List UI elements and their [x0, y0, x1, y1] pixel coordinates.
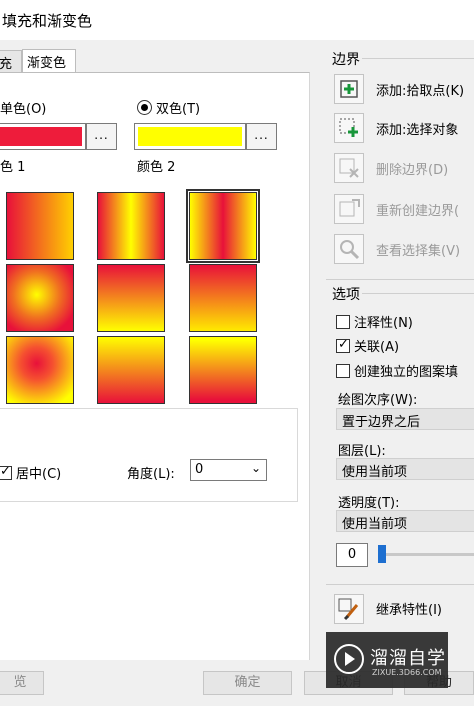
- layer-select[interactable]: 使用当前项: [336, 458, 474, 480]
- inherit-brush-icon: [338, 598, 359, 621]
- angle-select[interactable]: 0 ⌄: [190, 459, 267, 481]
- ok-button[interactable]: 确定: [203, 671, 292, 695]
- transparency-select[interactable]: 使用当前项: [336, 510, 474, 532]
- chevron-down-icon: ⌄: [250, 461, 261, 475]
- layer-value: 使用当前项: [342, 465, 408, 480]
- tab-gradient[interactable]: 渐变色: [22, 49, 76, 73]
- color1-swatch: [0, 127, 82, 146]
- add-pick-points-icon: [340, 80, 358, 98]
- orientation-group: [0, 408, 298, 502]
- color2-swatch: [138, 127, 242, 146]
- watermark-text: 溜溜自学: [370, 648, 446, 669]
- options-top-divider: [326, 279, 474, 280]
- centered-label: 居中(C): [16, 467, 62, 482]
- boundaries-group-label: 边界: [332, 52, 360, 68]
- inherit-properties-button[interactable]: [334, 594, 364, 624]
- transparency-slider-track[interactable]: [380, 553, 474, 556]
- separate-hatches-checkbox[interactable]: [336, 364, 350, 378]
- title-bar: 填充和渐变色: [0, 0, 474, 40]
- transparency-amount-field[interactable]: 0: [336, 543, 368, 567]
- watermark: 溜溜自学 ZIXUE.3D66.COM: [326, 632, 448, 688]
- color1-label: 色 1: [0, 160, 26, 175]
- play-logo-icon: [334, 644, 364, 674]
- view-selections-button: [334, 234, 364, 264]
- layer-label: 图层(L):: [338, 444, 386, 459]
- two-color-option[interactable]: 双色(T): [137, 98, 200, 117]
- inherit-divider: [326, 584, 474, 585]
- add-pick-points-button[interactable]: [334, 74, 364, 104]
- magnifier-icon: [340, 240, 360, 260]
- gradient-pattern-7[interactable]: [6, 336, 74, 404]
- gradient-pattern-3[interactable]: [186, 189, 260, 263]
- add-select-objects-label: 添加:选择对象: [376, 123, 459, 138]
- add-pick-points-label: 添加:拾取点(K): [376, 84, 465, 99]
- inherit-properties-label: 继承特性(I): [376, 603, 442, 618]
- centered-option[interactable]: 居中(C): [0, 463, 61, 482]
- tab-hatch[interactable]: 充: [0, 50, 22, 72]
- recreate-boundary-icon: [339, 199, 360, 217]
- transparency-value: 使用当前项: [342, 517, 408, 532]
- recreate-boundary-label: 重新创建边界(: [376, 204, 460, 219]
- draw-order-value: 置于边界之后: [342, 415, 421, 430]
- window-title: 填充和渐变色: [2, 12, 93, 30]
- gradient-pattern-4[interactable]: [6, 264, 74, 332]
- associative-option[interactable]: 关联(A): [336, 336, 399, 355]
- preview-button[interactable]: 览: [0, 671, 44, 695]
- draw-order-label: 绘图次序(W):: [338, 393, 418, 408]
- single-color-option[interactable]: 单色(O): [0, 98, 46, 117]
- annotative-option[interactable]: 注释性(N): [336, 312, 413, 331]
- transparency-label: 透明度(T):: [338, 496, 400, 511]
- options-group-label: 选项: [332, 287, 360, 303]
- two-color-label: 双色(T): [156, 102, 201, 117]
- remove-boundaries-button: [334, 153, 364, 183]
- remove-boundaries-icon: [339, 158, 359, 178]
- add-select-objects-icon: [339, 118, 358, 137]
- associative-checkbox[interactable]: [336, 337, 350, 353]
- remove-boundaries-label: 删除边界(D): [376, 163, 449, 178]
- boundaries-divider: [362, 58, 474, 59]
- gradient-pattern-9[interactable]: [189, 336, 257, 404]
- gradient-pattern-8[interactable]: [97, 336, 165, 404]
- color2-swatch-field[interactable]: [134, 123, 246, 150]
- color2-label: 颜色 2: [137, 160, 176, 175]
- associative-label: 关联(A): [354, 340, 400, 355]
- view-selections-label: 查看选择集(V): [376, 244, 461, 259]
- centered-checkbox[interactable]: [0, 464, 12, 480]
- color1-browse-button[interactable]: ...: [86, 123, 117, 150]
- two-color-radio[interactable]: [137, 100, 152, 115]
- recreate-boundary-button: [334, 194, 364, 224]
- angle-value: 0: [195, 462, 204, 477]
- gradient-pattern-6[interactable]: [189, 264, 257, 332]
- annotative-checkbox[interactable]: [336, 315, 350, 329]
- draw-order-select[interactable]: 置于边界之后: [336, 408, 474, 430]
- separate-hatches-option[interactable]: 创建独立的图案填: [336, 361, 458, 380]
- color1-swatch-field[interactable]: [0, 123, 86, 150]
- gradient-pattern-2[interactable]: [97, 192, 165, 260]
- annotative-label: 注释性(N): [354, 316, 413, 331]
- color2-browse-button[interactable]: ...: [246, 123, 277, 150]
- single-color-label: 单色(O): [0, 102, 47, 117]
- options-divider: [362, 293, 474, 294]
- watermark-subtext: ZIXUE.3D66.COM: [372, 668, 442, 677]
- transparency-slider-thumb[interactable]: [378, 545, 386, 563]
- gradient-pattern-5[interactable]: [97, 264, 165, 332]
- gradient-pattern-1[interactable]: [6, 192, 74, 260]
- add-select-objects-button[interactable]: [334, 113, 364, 143]
- angle-label: 角度(L):: [127, 467, 175, 482]
- separate-hatches-label: 创建独立的图案填: [354, 365, 459, 380]
